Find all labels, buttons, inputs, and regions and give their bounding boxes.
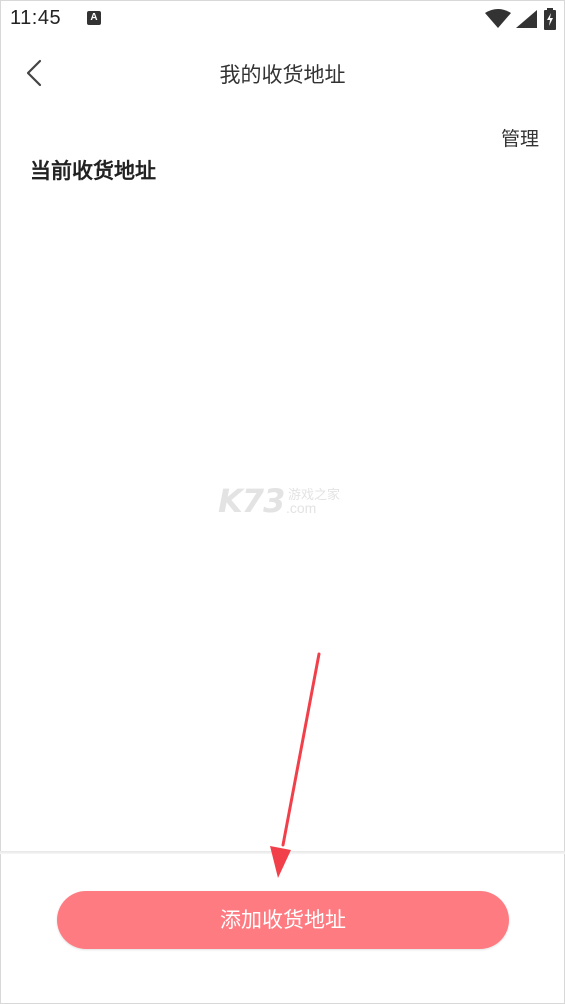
status-bar: 11:45 A [0, 0, 565, 38]
current-address-title: 当前收货地址 [30, 159, 156, 183]
battery-charging-icon [544, 8, 556, 30]
watermark-logo: K73 [218, 482, 285, 520]
wifi-icon [484, 9, 511, 28]
nav-bar: 我的收货地址 [0, 45, 565, 101]
notification-badge: A [87, 11, 101, 25]
status-icons [484, 8, 557, 30]
page-title: 我的收货地址 [219, 63, 346, 87]
signal-icon [515, 10, 537, 28]
manage-button[interactable]: 管理 [501, 124, 539, 151]
watermark: K73 游戏之家 .com [218, 478, 358, 528]
watermark-domain: .com [286, 500, 317, 516]
bottom-divider [0, 851, 565, 854]
status-time: 11:45 [10, 7, 62, 29]
add-address-button[interactable]: 添加收货地址 [57, 891, 509, 949]
